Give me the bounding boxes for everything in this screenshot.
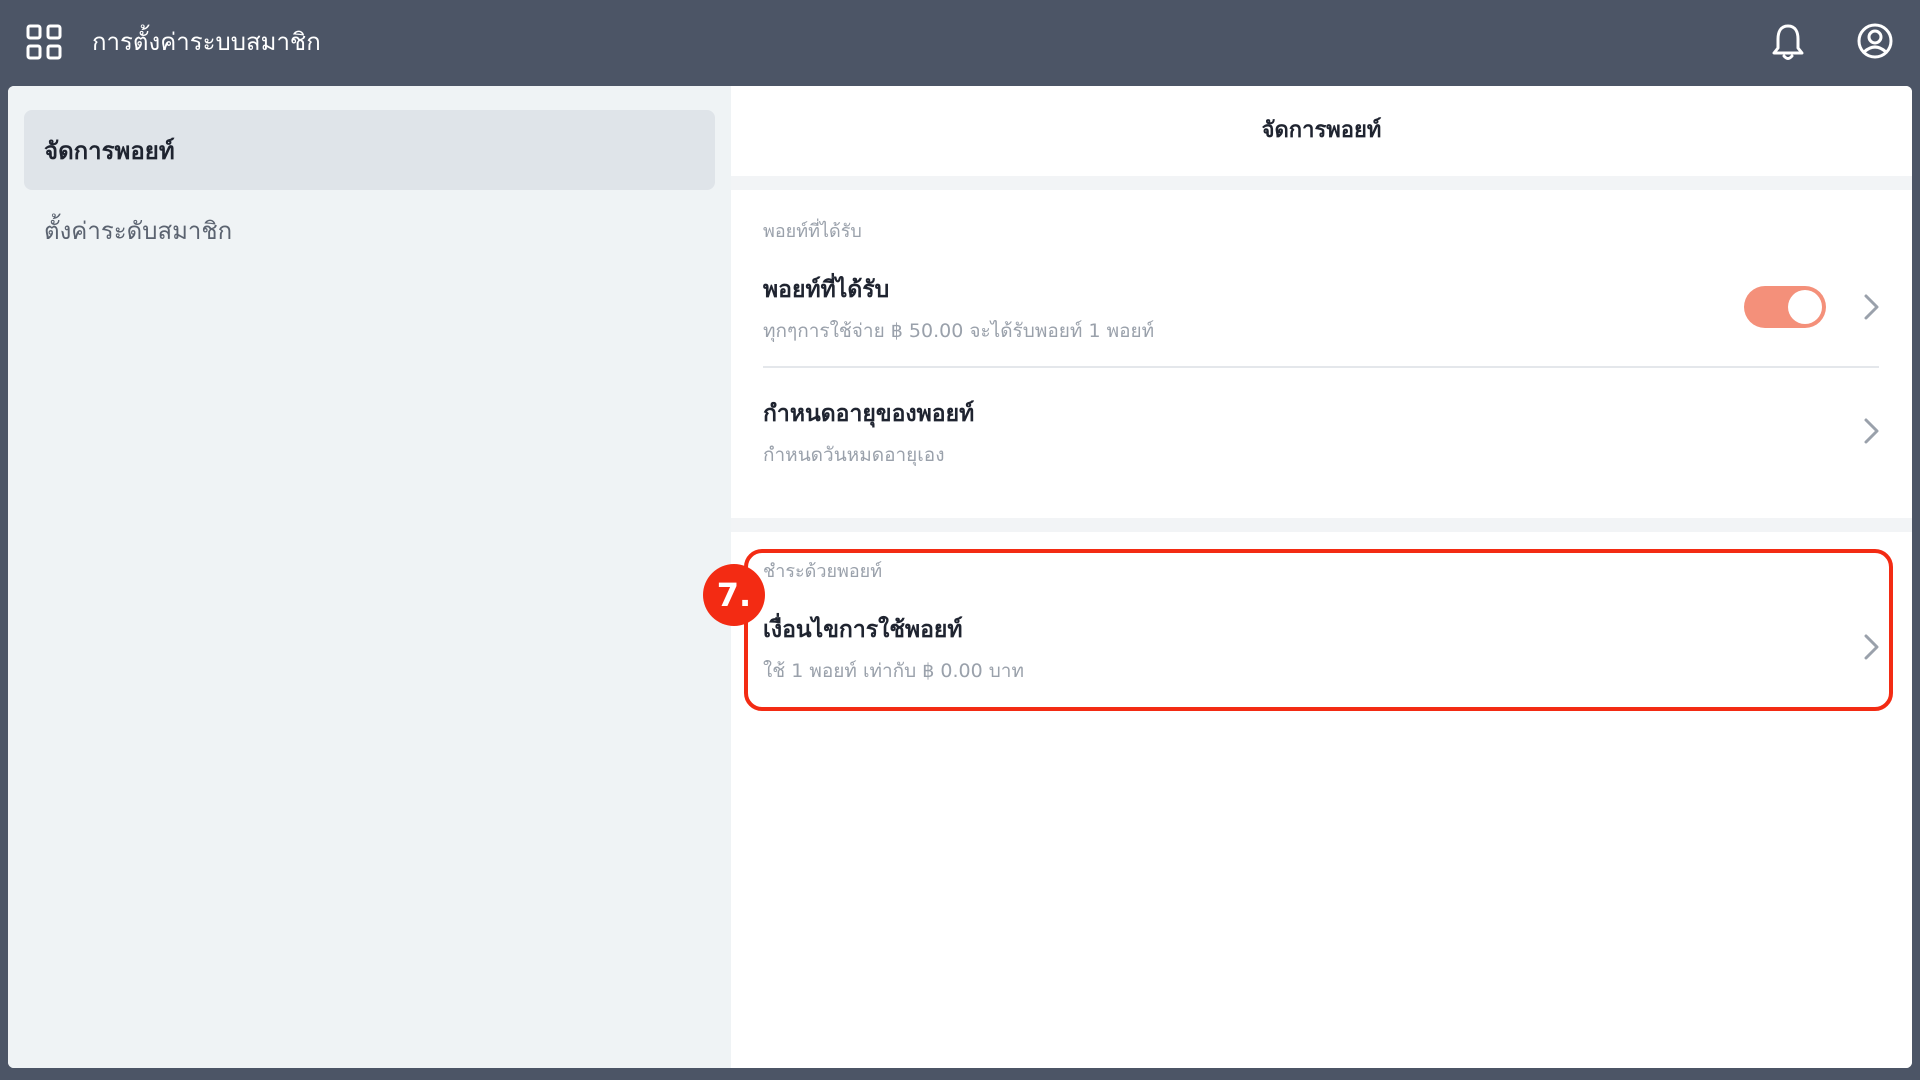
main-panel: จัดการพอยท์ พอยท์ที่ได้รับ พอยท์ที่ได้รั… xyxy=(731,86,1912,1068)
annotation-step-badge: 7. xyxy=(703,564,765,626)
bell-icon[interactable] xyxy=(1770,22,1806,62)
chevron-right-icon[interactable] xyxy=(1861,292,1883,322)
row-title: กำหนดอายุของพอยท์ xyxy=(763,401,975,427)
section-label-points-received: พอยท์ที่ได้รับ xyxy=(763,221,862,242)
section-gap xyxy=(731,518,1912,532)
points-received-toggle[interactable] xyxy=(1744,286,1826,328)
top-bar: การตั้งค่าระบบสมาชิก xyxy=(0,0,1920,86)
section-gap xyxy=(731,176,1912,190)
section-label-pay-with-points: ชำระด้วยพอยท์ xyxy=(763,561,883,582)
row-points-expiry[interactable]: กำหนดอายุของพอยท์ กำหนดวันหมดอายุเอง xyxy=(763,396,1879,516)
user-circle-icon[interactable] xyxy=(1856,22,1894,60)
row-subtitle: กำหนดวันหมดอายุเอง xyxy=(763,444,945,466)
sidebar: จัดการพอยท์ ตั้งค่าระดับสมาชิก xyxy=(8,86,731,1068)
row-title: พอยท์ที่ได้รับ xyxy=(763,277,890,303)
page-title: จัดการพอยท์ xyxy=(1261,118,1382,143)
sidebar-item-manage-points[interactable]: จัดการพอยท์ xyxy=(24,110,715,190)
app-title: การตั้งค่าระบบสมาชิก xyxy=(92,28,321,56)
row-title: เงื่อนไขการใช้พอยท์ xyxy=(763,617,963,643)
row-subtitle: ใช้ 1 พอยท์ เท่ากับ ฿ 0.00 บาท xyxy=(763,660,1024,682)
row-points-usage-conditions[interactable]: เงื่อนไขการใช้พอยท์ ใช้ 1 พอยท์ เท่ากับ … xyxy=(763,612,1879,732)
sidebar-item-member-levels[interactable]: ตั้งค่าระดับสมาชิก xyxy=(24,190,715,270)
row-subtitle: ทุกๆการใช้จ่าย ฿ 50.00 จะได้รับพอยท์ 1 พ… xyxy=(763,320,1155,342)
sidebar-item-label: จัดการพอยท์ xyxy=(44,136,175,165)
row-divider xyxy=(763,366,1879,368)
grid-apps-icon[interactable] xyxy=(26,24,62,60)
toggle-knob xyxy=(1788,290,1822,324)
content-frame: จัดการพอยท์ ตั้งค่าระดับสมาชิก จัดการพอย… xyxy=(8,86,1912,1068)
chevron-right-icon[interactable] xyxy=(1861,416,1883,446)
row-points-received[interactable]: พอยท์ที่ได้รับ ทุกๆการใช้จ่าย ฿ 50.00 จะ… xyxy=(763,272,1879,392)
chevron-right-icon[interactable] xyxy=(1861,632,1883,662)
sidebar-item-label: ตั้งค่าระดับสมาชิก xyxy=(44,216,233,245)
